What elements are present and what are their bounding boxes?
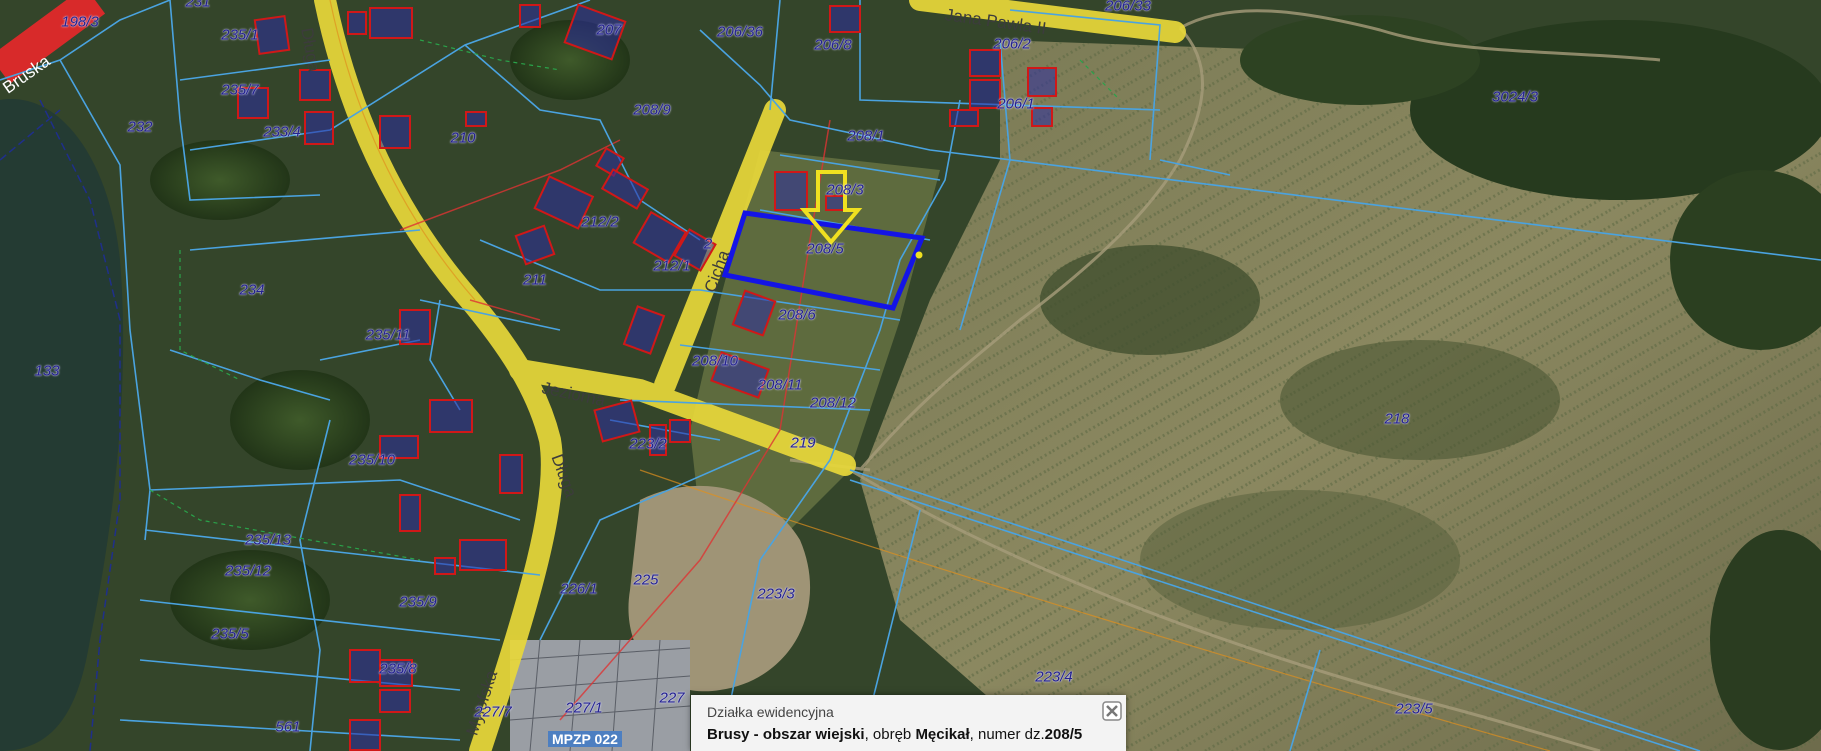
parcel-label: 208/5 [806,240,844,258]
parcel-info-popup: Działka ewidencyjna Brusy - obszar wiejs… [691,695,1126,751]
parcel-label: 223/3 [757,585,795,603]
parcel-label: 561 [275,718,301,736]
parcel-label: 206/36 [717,23,763,41]
map-canvas[interactable]: Bruska Długa Długa Cicha Jeziorna Mylofs… [0,0,1821,751]
parcel-label: 235/13 [245,531,291,549]
mpzp-sign: MPZP 022 [548,731,622,747]
parcel-label: 234 [239,281,265,299]
popup-parcel-number: 208/5 [1044,726,1083,743]
parcel-label: 210 [450,129,476,147]
parcel-label: 207 [596,21,622,39]
parcel-label: 235/1 [221,26,259,44]
parcel-label: 226/1 [560,580,598,598]
parcel-label: 212/1 [653,257,691,275]
popup-precinct: Męcikał [915,726,970,743]
parcel-label: 206/1 [997,95,1035,113]
close-icon[interactable] [1102,701,1122,721]
popup-title: Działka ewidencyjna [707,704,834,720]
parcel-label: 223/4 [1035,668,1073,686]
location-arrow-icon [799,170,863,246]
parcel-label: 212/2 [581,213,619,231]
parcel-label: 235/12 [225,562,271,580]
parcel-label: 198/3 [61,13,99,31]
parcel-label: 208/12 [810,394,856,412]
parcel-label: 208/3 [826,181,864,199]
parcel-label: 235/9 [399,593,437,611]
parcel-label: 223/5 [1395,700,1433,718]
parcel-label: 219 [790,434,816,452]
popup-description: Brusy - obszar wiejski, obręb Męcikał, n… [707,726,1082,743]
parcel-label: 227 [659,689,685,707]
parcel-label: 218 [1384,410,1410,428]
parcel-label: 208/6 [778,306,816,324]
parcel-label: 206/2 [993,35,1031,53]
parcel-label: 235/8 [379,660,417,678]
parcel-label: 225 [633,571,659,589]
parcel-label: 235/10 [349,451,395,469]
parcel-label: 223/2 [629,435,667,453]
parcel-label: 235/11 [365,326,411,344]
parcel-label: 227/7 [474,703,512,721]
parcel-label: 206/8 [814,36,852,54]
parcel-label: 206/33 [1105,0,1151,15]
parcel-label: 232 [127,118,153,136]
parcel-label: 2 [703,235,713,253]
popup-sep2: , numer dz. [969,726,1045,743]
parcel-label: 208/1 [847,127,885,145]
parcel-label: 227/1 [565,699,603,717]
parcel-label: 233/4 [263,123,301,141]
parcel-label: 133 [34,362,60,380]
parcel-label: 211 [523,271,547,289]
parcel-label: 235/5 [211,625,249,643]
parcel-label: 231 [185,0,211,11]
parcel-label: 208/10 [692,352,738,370]
parcel-label: 235/7 [221,81,259,99]
parcel-label: 3024/3 [1492,88,1538,106]
parcel-label: 208/11 [757,376,803,394]
parcel-label: 208/9 [633,101,671,119]
popup-place: Brusy - obszar wiejski [707,726,865,743]
popup-sep1: , obręb [864,726,916,743]
